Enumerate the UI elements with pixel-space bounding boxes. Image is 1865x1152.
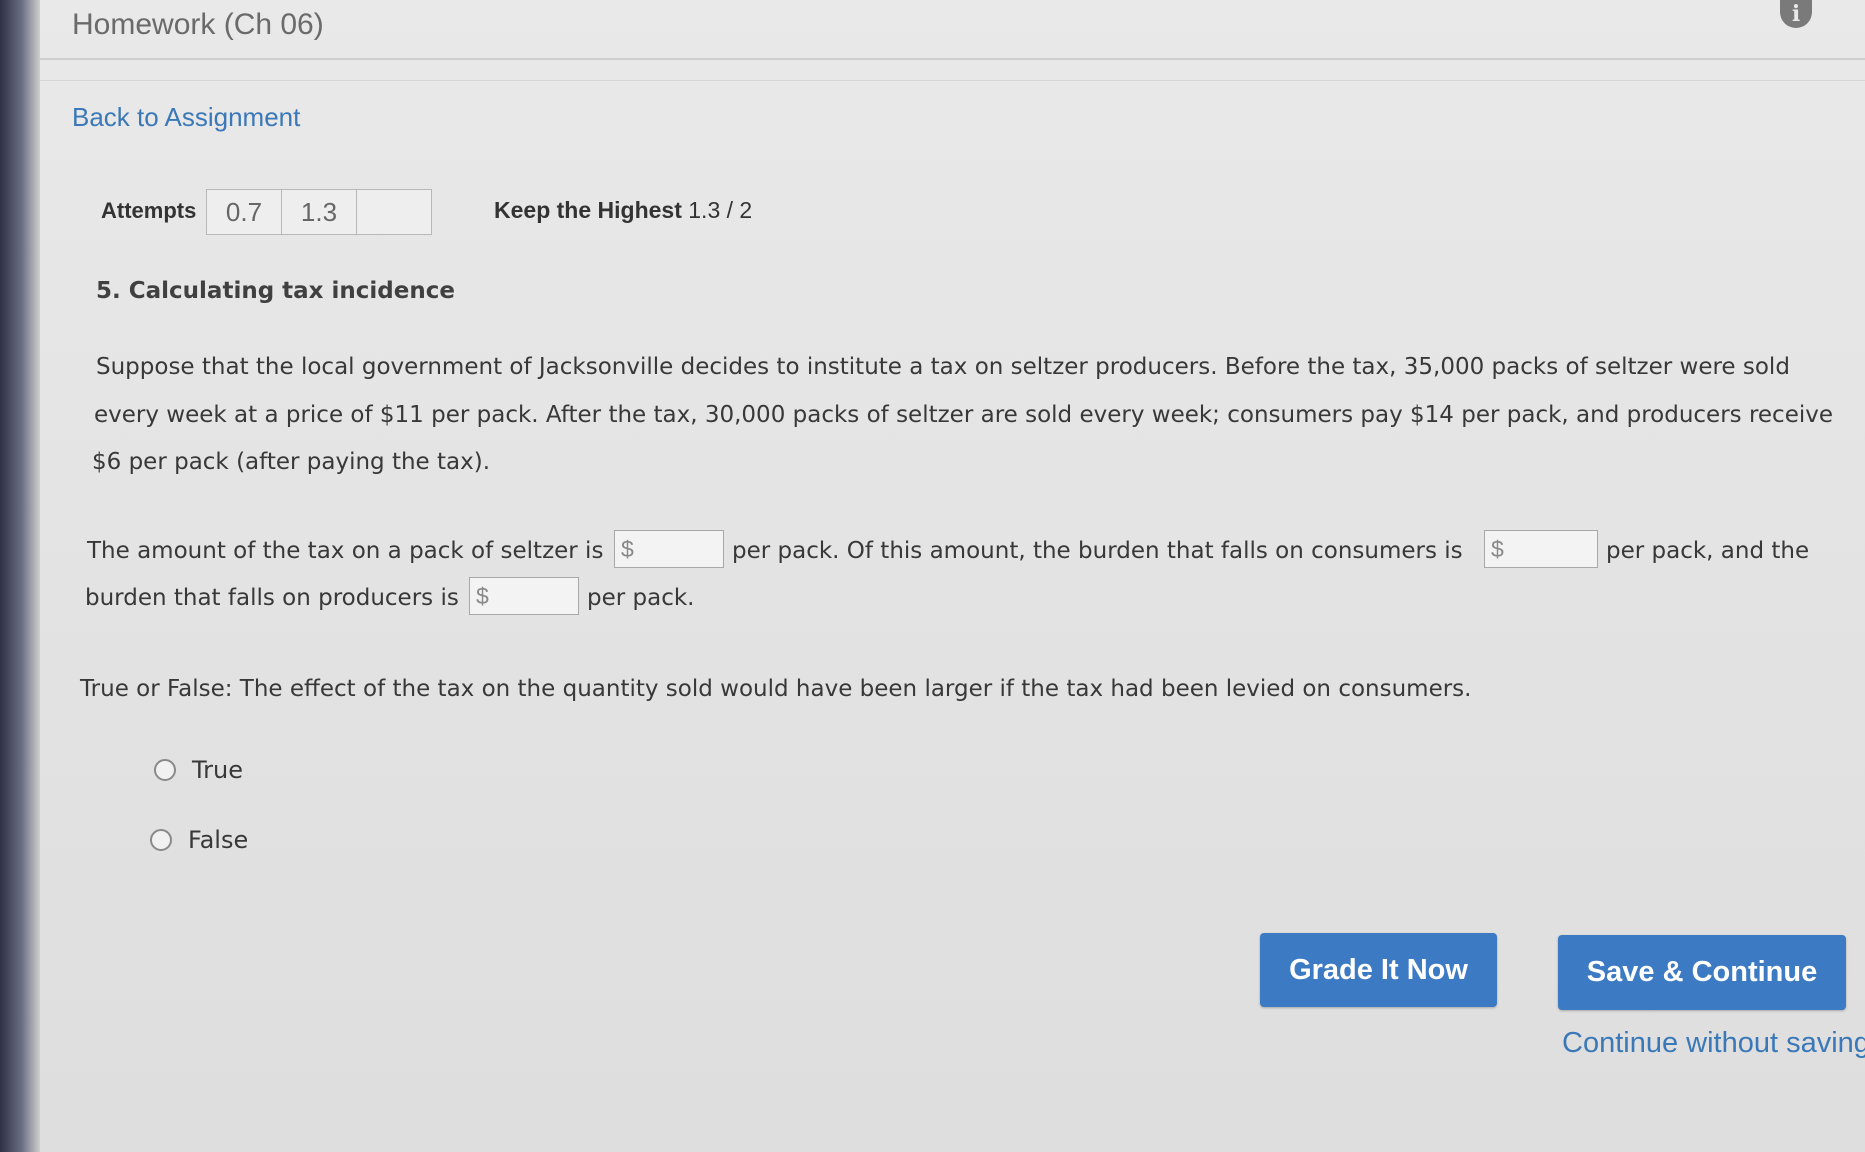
save-and-continue-button[interactable]: Save & Continue xyxy=(1558,935,1846,1010)
fill-in-text-2: per pack. Of this amount, the burden tha… xyxy=(732,538,1463,564)
header-divider-secondary xyxy=(40,80,1865,81)
option-true-label: True xyxy=(192,756,243,784)
attempt-score-2: 1.3 xyxy=(282,190,357,234)
back-to-assignment-link[interactable]: Back to Assignment xyxy=(72,102,300,133)
producer-burden-input[interactable]: $ xyxy=(469,577,579,615)
window-edge xyxy=(0,0,40,1152)
attempts-scores: 0.7 1.3 xyxy=(206,189,432,235)
page-title: Homework (Ch 06) xyxy=(72,8,324,41)
header-divider xyxy=(40,58,1865,60)
true-false-prompt: True or False: The effect of the tax on … xyxy=(80,676,1472,702)
keep-highest: Keep the Highest 1.3 / 2 xyxy=(494,197,752,224)
keep-highest-label: Keep the Highest xyxy=(494,197,682,223)
question-intro-line-1: Suppose that the local government of Jac… xyxy=(96,354,1790,380)
dollar-prefix: $ xyxy=(621,536,634,562)
dollar-prefix: $ xyxy=(1491,536,1504,562)
fill-in-text-3: per pack, and the xyxy=(1606,538,1810,564)
question-intro-line-3: $6 per pack (after paying the tax). xyxy=(92,449,491,475)
option-false[interactable]: False xyxy=(150,826,248,854)
question-intro-line-2: every week at a price of $11 per pack. A… xyxy=(94,402,1834,428)
fill-in-text-4: burden that falls on producers is xyxy=(85,585,459,611)
consumer-burden-input[interactable]: $ xyxy=(1484,530,1598,568)
attempt-score-1: 0.7 xyxy=(207,190,282,234)
radio-true[interactable] xyxy=(154,759,176,781)
question-title: 5. Calculating tax incidence xyxy=(96,278,455,304)
tax-amount-input[interactable]: $ xyxy=(614,530,724,568)
radio-false[interactable] xyxy=(150,829,172,851)
dollar-prefix: $ xyxy=(476,583,489,609)
fill-in-text-5: per pack. xyxy=(587,585,695,611)
attempts-label: Attempts xyxy=(101,198,197,223)
option-false-label: False xyxy=(188,826,249,854)
option-true[interactable]: True xyxy=(154,756,243,784)
attempt-score-3 xyxy=(357,190,431,234)
grade-it-now-button[interactable]: Grade It Now xyxy=(1260,933,1497,1007)
fill-in-text-1: The amount of the tax on a pack of seltz… xyxy=(87,538,604,564)
continue-without-saving-link[interactable]: Continue without saving xyxy=(1562,1027,1865,1060)
keep-highest-value: 1.3 / 2 xyxy=(688,197,753,223)
